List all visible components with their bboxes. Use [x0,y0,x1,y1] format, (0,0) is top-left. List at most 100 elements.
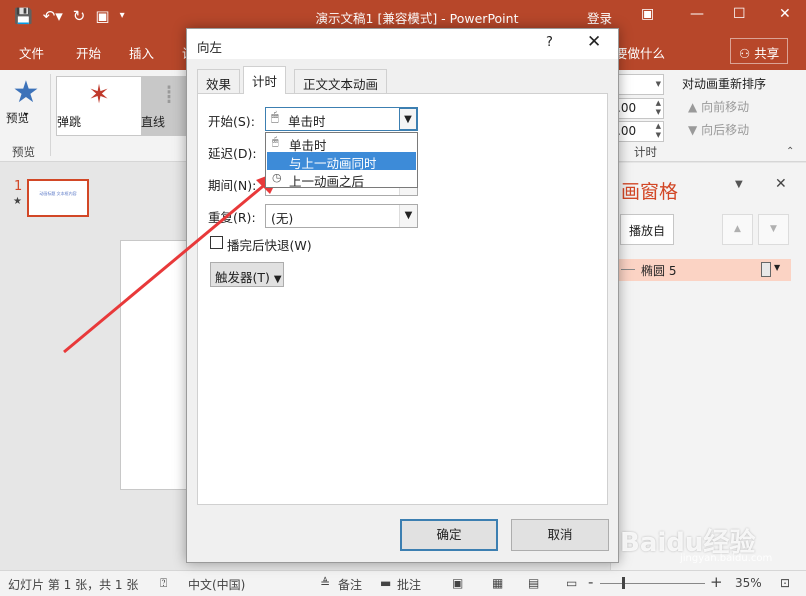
slideshow-icon[interactable]: ▭ [566,576,577,590]
bounce-label: 弹跳 [57,115,82,129]
slide-thumbnail[interactable]: 动画标题 文本框内容 [27,179,89,217]
zoom-in-button[interactable]: + [710,573,723,591]
animation-bounce[interactable]: ✶ 弹跳 [57,77,141,135]
bounce-icon: ✶ [88,80,110,110]
trigger-label: 触发器(T) [215,270,270,285]
rewind-label[interactable]: 播完后快退(W) [227,235,312,254]
zoom-slider[interactable] [600,583,705,584]
option-label: 单击时 [289,138,327,153]
share-button[interactable]: ⚇ 共享 [730,38,788,64]
animation-star-icon: ★ [13,196,22,207]
reorder-title: 对动画重新排序 [682,77,767,91]
chevron-down-icon[interactable]: ▼ [399,205,417,227]
dialog-title-bar: 向左 ? ✕ [187,29,618,59]
tell-me-search[interactable]: 要做什么 [615,43,665,62]
option-label: 与上一动画同时 [289,156,377,171]
ribbon-display-icon[interactable]: ▣ [641,6,654,22]
zoom-level[interactable]: 35% [735,576,762,590]
comments-icon[interactable]: ▬ [380,576,391,590]
ribbon-separator [50,74,51,156]
option-after-previous[interactable]: ◷ 上一动画之后 [267,170,416,189]
slide-number: 1 [14,179,23,194]
move-earlier-button[interactable]: ▲ 向前移动 [688,98,749,115]
normal-view-icon[interactable]: ▣ [452,576,463,590]
option-label: 上一动画之后 [289,174,365,189]
tab-timing[interactable]: 计时 [243,66,287,94]
option-with-previous[interactable]: 与上一动画同时 [267,152,416,171]
option-on-click[interactable]: 🖱 单击时 [267,134,416,153]
minimize-button[interactable]: — [690,6,704,22]
start-combo[interactable]: ▼ [612,74,664,95]
start-select[interactable]: 🖱 单击时 ▼ [265,107,418,131]
slide-sorter-icon[interactable]: ▦ [492,576,503,590]
login-link[interactable]: 登录 [587,8,612,27]
status-bar: 幻灯片 第 1 张，共 1 张 ⍰ 中文(中国) ≜ 备注 ▬ 批注 ▣ ▦ ▤… [0,570,806,596]
clock-icon: ◷ [272,171,282,184]
line-label: 直线 [141,115,166,129]
chevron-down-icon[interactable]: ▼ [774,263,780,272]
spinner-arrows-icon[interactable]: ▲ ▼ [656,99,661,117]
start-label: 开始(S): [208,114,255,129]
language-status[interactable]: 中文(中国) [188,576,245,593]
restore-button[interactable]: ☐ [733,6,746,22]
delay-label: 延迟(D): [208,146,257,161]
tab-insert[interactable]: 插入 [129,43,154,62]
trigger-button[interactable]: 触发器(T) ▼ [210,262,284,287]
rewind-checkbox[interactable] [210,236,223,249]
chevron-down-icon: ▼ [655,80,661,88]
comments-button[interactable]: 批注 [397,576,421,593]
triangle-up-icon: ▲ [688,100,698,114]
repeat-label: 重复(R): [208,210,256,225]
close-icon[interactable]: ✕ [775,176,787,192]
tab-effect[interactable]: 效果 [197,69,241,93]
spinner-arrows-icon[interactable]: ▲ ▼ [656,122,661,140]
pane-options-icon[interactable]: ▼ [735,179,743,190]
move-later-button[interactable]: ▼ 向后移动 [688,121,749,138]
watermark-url: jingyan.baidu.com [680,553,773,564]
animation-pane: 画窗格 ▼ ✕ 播放自 ▲ ▼ 椭圆 5 ▼ [610,163,806,570]
start-options-dropdown: 🖱 单击时 与上一动画同时 ◷ 上一动画之后 [265,132,418,189]
delay-spinner[interactable]: .00 ▲ ▼ [612,121,664,142]
timing-bar [761,262,771,277]
dialog-close-button[interactable]: ✕ [587,32,601,52]
move-later-label: 向后移动 [701,123,750,137]
share-label: 共享 [754,46,780,61]
dialog-title: 向左 [197,40,223,55]
delay-value: .00 [617,124,637,138]
thumbnail-text: 动画标题 文本框内容 [39,191,77,196]
duration-spinner[interactable]: .00 ▲ ▼ [612,98,664,119]
help-button[interactable]: ? [546,35,553,50]
mouse-click-icon: 🖱 [271,110,279,125]
star-play-icon: ★ [12,75,40,110]
repeat-value: (无) [271,211,294,226]
tab-file[interactable]: 文件 [19,43,44,62]
collapse-ribbon-icon[interactable]: ⌃ [786,146,794,157]
slide-info: 幻灯片 第 1 张，共 1 张 [8,578,139,592]
zoom-slider-thumb[interactable] [622,577,625,589]
mouse-click-icon: 🖱 [272,135,279,148]
chevron-down-icon[interactable]: ▼ [399,108,417,130]
notes-icon[interactable]: ≜ [320,576,330,590]
zoom-out-button[interactable]: - [588,573,593,591]
ok-button[interactable]: 确定 [400,519,498,551]
triangle-down-icon: ▼ [688,123,698,137]
play-from-button[interactable]: 播放自 [620,214,674,245]
tab-home[interactable]: 开始 [76,43,101,62]
fit-slide-icon[interactable]: ⊡ [780,576,790,590]
tab-text-animation[interactable]: 正文文本动画 [294,69,388,93]
reading-view-icon[interactable]: ▤ [528,576,539,590]
animation-gallery: ✶ 弹跳 ⁞ 直线 [56,76,197,136]
repeat-select[interactable]: (无) ▼ [265,204,418,228]
timeline-marker-icon [621,269,635,270]
accessibility-icon[interactable]: ⍰ [160,576,167,591]
duration-value: .00 [617,101,637,115]
cancel-button[interactable]: 取消 [511,519,609,551]
animation-effect-dialog: 向左 ? ✕ 效果 计时 正文文本动画 开始(S): 🖱 单击时 ▼ 延迟(D)… [186,28,619,563]
move-down-button[interactable]: ▼ [758,214,789,245]
move-up-button[interactable]: ▲ [722,214,753,245]
double-chevron-down-icon: ▼ [273,274,282,285]
close-window-button[interactable]: ✕ [779,6,791,22]
preview-button[interactable]: ★ 预览 ▾ [6,75,46,126]
notes-button[interactable]: 备注 [338,576,362,593]
animation-list-item[interactable]: 椭圆 5 ▼ [611,259,791,281]
